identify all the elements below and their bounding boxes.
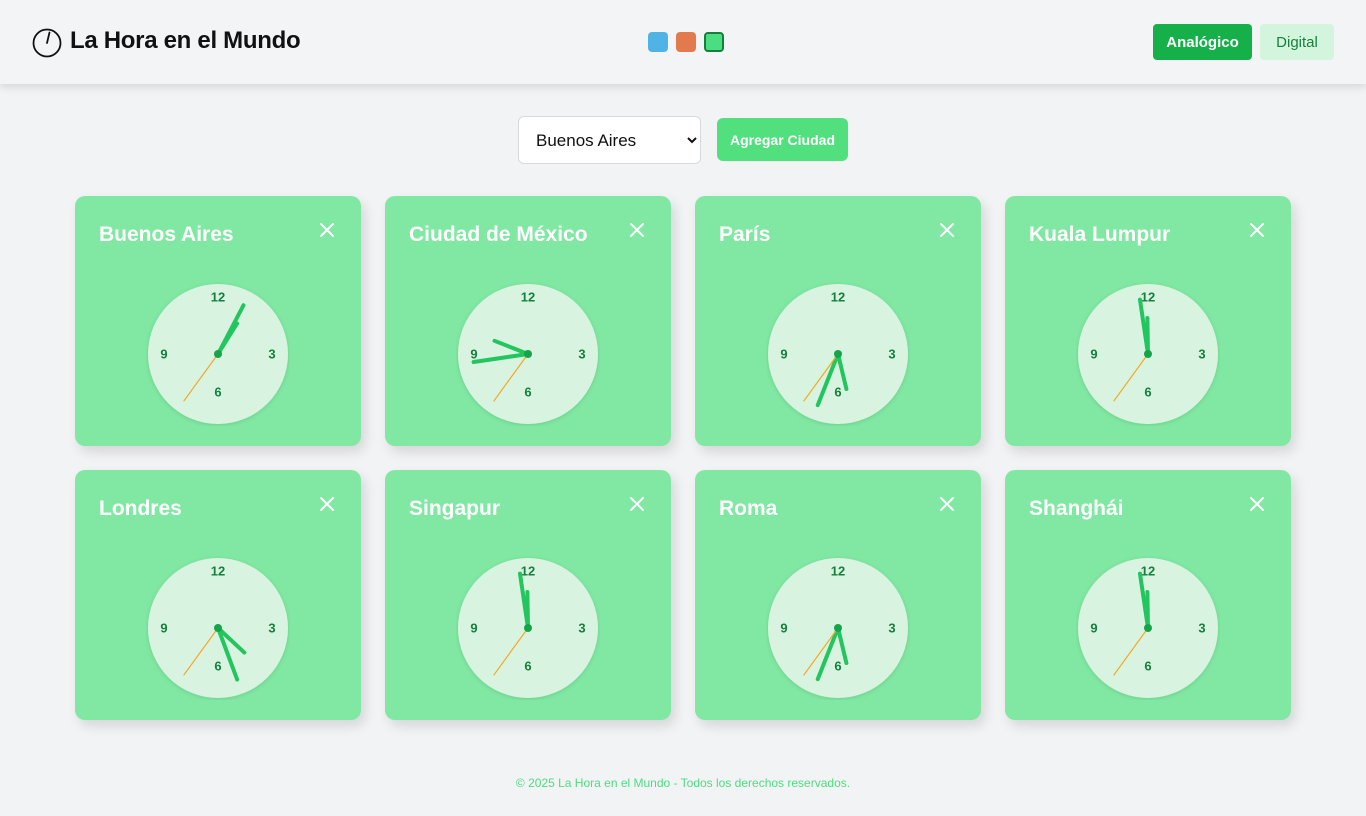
analog-clock: 12 3 6 9 <box>1078 558 1218 698</box>
analog-clock: 12 3 6 9 <box>148 558 288 698</box>
city-select[interactable]: Buenos Aires <box>518 116 701 164</box>
city-name: Singapur <box>409 497 501 520</box>
close-icon[interactable] <box>628 221 646 239</box>
clock-numeral: 3 <box>578 621 585 636</box>
theme-swatch-orange[interactable] <box>676 32 696 52</box>
city-name: Buenos Aires <box>99 223 234 246</box>
analog-clock: 12 3 6 9 <box>1078 284 1218 424</box>
clock-numeral: 9 <box>160 621 167 636</box>
clock-numeral: 6 <box>834 385 841 400</box>
clock-numeral: 6 <box>834 659 841 674</box>
clock-numeral: 12 <box>1141 564 1155 579</box>
city-name: Londres <box>99 497 182 520</box>
analog-clock: 12 3 6 9 <box>768 558 908 698</box>
clock-numeral: 9 <box>1090 347 1097 362</box>
city-card: Kuala Lumpur 12 3 6 9 <box>1005 196 1291 446</box>
theme-swatch-green[interactable] <box>704 32 724 52</box>
analog-clock: 12 3 6 9 <box>458 558 598 698</box>
clock-numeral: 12 <box>521 290 535 305</box>
clock-numeral: 3 <box>268 347 275 362</box>
clock-numeral: 9 <box>780 347 787 362</box>
clock-numeral: 9 <box>1090 621 1097 636</box>
clock-numeral: 3 <box>1198 347 1205 362</box>
footer-text: © 2025 La Hora en el Mundo - Todos los d… <box>515 776 851 790</box>
clock-center-dot <box>1144 624 1152 632</box>
close-icon[interactable] <box>318 495 336 513</box>
clock-numeral: 6 <box>214 385 221 400</box>
city-card: Roma 12 3 6 9 <box>695 470 981 720</box>
city-card: Ciudad de México 12 3 6 9 <box>385 196 671 446</box>
clock-numeral: 12 <box>521 564 535 579</box>
clock-center-dot <box>834 624 842 632</box>
analog-mode-button[interactable]: Analógico <box>1153 24 1252 60</box>
clock-numeral: 12 <box>211 290 225 305</box>
analog-clock: 12 3 6 9 <box>148 284 288 424</box>
clock-center-dot <box>1144 350 1152 358</box>
theme-selector <box>648 32 724 52</box>
digital-mode-button[interactable]: Digital <box>1260 24 1334 60</box>
theme-swatch-blue[interactable] <box>648 32 668 52</box>
city-name: París <box>719 223 771 246</box>
clock-numeral: 6 <box>1144 659 1151 674</box>
city-card: Singapur 12 3 6 9 <box>385 470 671 720</box>
clock-numeral: 9 <box>470 347 477 362</box>
clock-numeral: 9 <box>470 621 477 636</box>
clock-numeral: 3 <box>268 621 275 636</box>
clock-numeral: 6 <box>524 659 531 674</box>
close-icon[interactable] <box>628 495 646 513</box>
city-card: Londres 12 3 6 9 <box>75 470 361 720</box>
clock-center-dot <box>834 350 842 358</box>
city-card: París 12 3 6 9 <box>695 196 981 446</box>
city-name: Kuala Lumpur <box>1029 223 1171 246</box>
city-name: Shanghái <box>1029 497 1124 520</box>
clock-numeral: 9 <box>160 347 167 362</box>
analog-clock: 12 3 6 9 <box>768 284 908 424</box>
close-icon[interactable] <box>1248 221 1266 239</box>
clock-center-dot <box>524 350 532 358</box>
clock-numeral: 6 <box>214 659 221 674</box>
header: La Hora en el Mundo Analógico Digital <box>0 0 1366 84</box>
clock-numeral: 12 <box>211 564 225 579</box>
clock-numeral: 12 <box>831 290 845 305</box>
analog-clock: 12 3 6 9 <box>458 284 598 424</box>
clock-numeral: 12 <box>1141 290 1155 305</box>
clock-center-dot <box>214 624 222 632</box>
page-title: La Hora en el Mundo <box>70 27 301 54</box>
clock-numeral: 3 <box>1198 621 1205 636</box>
city-name: Ciudad de México <box>409 223 588 246</box>
close-icon[interactable] <box>318 221 336 239</box>
clock-center-dot <box>524 624 532 632</box>
clock-numeral: 12 <box>831 564 845 579</box>
close-icon[interactable] <box>938 495 956 513</box>
clock-numeral: 6 <box>524 385 531 400</box>
clock-numeral: 3 <box>888 347 895 362</box>
clock-numeral: 9 <box>780 621 787 636</box>
add-city-button[interactable]: Agregar Ciudad <box>717 118 848 161</box>
close-icon[interactable] <box>938 221 956 239</box>
clock-numeral: 3 <box>578 347 585 362</box>
city-card: Buenos Aires 12 3 6 9 <box>75 196 361 446</box>
clock-numeral: 3 <box>888 621 895 636</box>
city-card: Shanghái 12 3 6 9 <box>1005 470 1291 720</box>
clock-center-dot <box>214 350 222 358</box>
clock-numeral: 6 <box>1144 385 1151 400</box>
close-icon[interactable] <box>1248 495 1266 513</box>
city-name: Roma <box>719 497 778 520</box>
clock-icon <box>32 28 62 58</box>
